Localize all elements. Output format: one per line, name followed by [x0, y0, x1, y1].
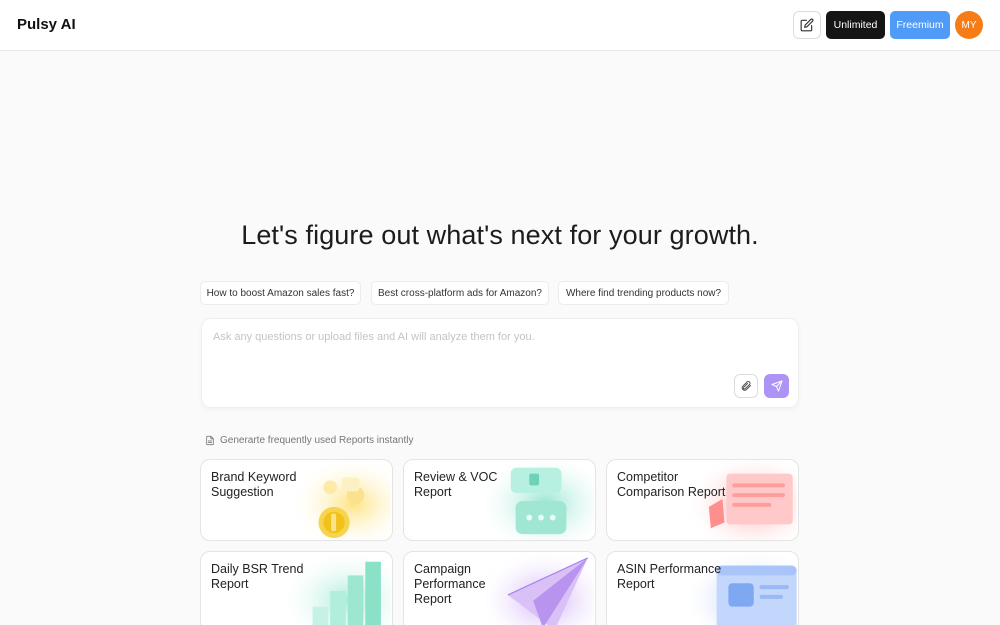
suggestion-chip[interactable]: Best cross-platform ads for Amazon?	[371, 281, 549, 305]
report-card-title: Daily BSR Trend Report	[211, 562, 304, 591]
reports-hint: Generarte frequently used Reports instan…	[205, 435, 413, 446]
report-card-asin[interactable]: ASIN Performance Report	[606, 551, 799, 625]
freemium-plan-button[interactable]: Freemium	[890, 11, 950, 39]
document-icon	[206, 435, 214, 446]
avatar[interactable]: MY	[955, 11, 983, 39]
paperclip-icon	[741, 381, 751, 391]
page-headline: Let's figure out what's next for your gr…	[241, 220, 759, 250]
app-title: Pulsy AI	[17, 16, 76, 33]
top-bar: Pulsy AI Unlimited Freemium MY	[0, 0, 1000, 51]
new-chat-button[interactable]	[793, 11, 821, 39]
report-card-competitor[interactable]: Competitor Comparison Report	[606, 459, 799, 541]
suggestion-chip[interactable]: Where find trending products now?	[558, 281, 729, 305]
suggestion-chip[interactable]: How to boost Amazon sales fast?	[200, 281, 361, 305]
attach-file-button[interactable]	[734, 374, 758, 398]
chat-input[interactable]	[213, 331, 713, 343]
unlimited-plan-button[interactable]: Unlimited	[826, 11, 885, 39]
reports-hint-text: Generarte frequently used Reports instan…	[220, 435, 414, 446]
report-card-title: Review & VOC Report	[414, 470, 498, 499]
report-card-daily-bsr[interactable]: Daily BSR Trend Report	[200, 551, 393, 625]
send-button[interactable]	[764, 374, 789, 398]
report-card-title: Competitor Comparison Report	[617, 470, 726, 499]
chat-composer	[201, 318, 799, 408]
edit-icon	[800, 18, 814, 32]
send-icon	[771, 380, 782, 392]
report-card-campaign[interactable]: Campaign Performance Report	[403, 551, 596, 625]
report-card-title: ASIN Performance Report	[617, 562, 722, 591]
report-card-review-voc[interactable]: Review & VOC Report	[403, 459, 596, 541]
report-card-title: Brand Keyword Suggestion	[211, 470, 297, 499]
report-card-brand-keyword[interactable]: Brand Keyword Suggestion	[200, 459, 393, 541]
report-card-title: Campaign Performance Report	[414, 562, 486, 606]
